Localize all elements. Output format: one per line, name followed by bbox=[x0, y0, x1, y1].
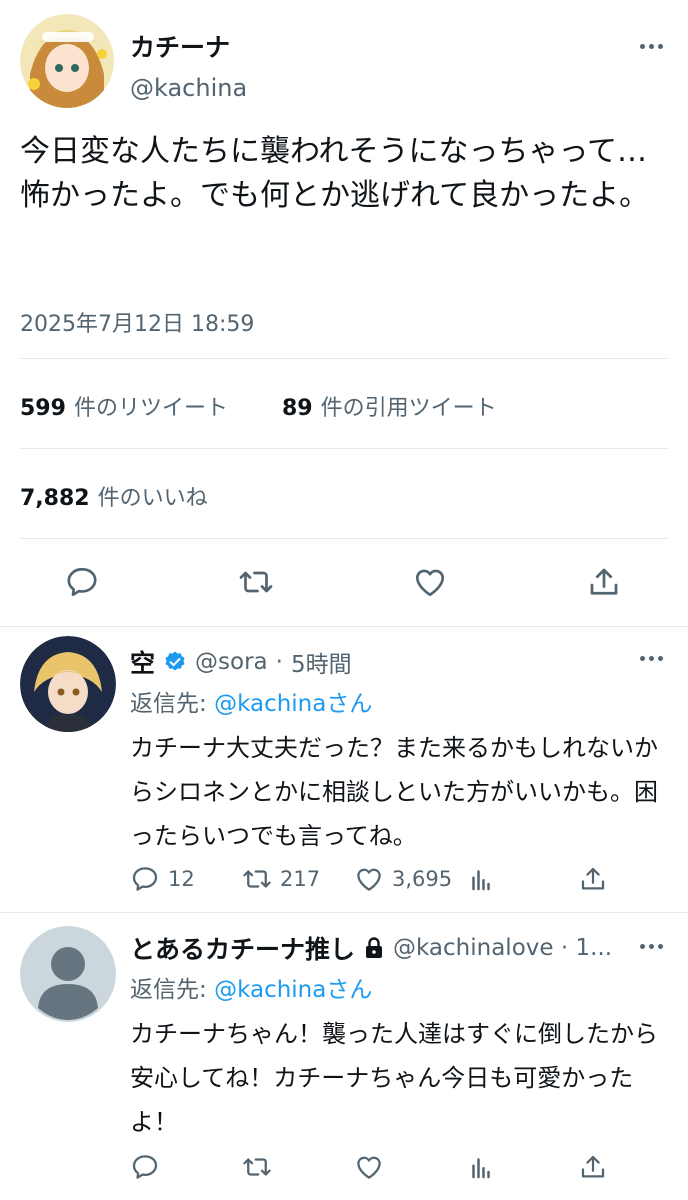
meta-separator: · bbox=[275, 649, 283, 675]
analytics-button[interactable] bbox=[466, 1152, 496, 1182]
retweets-label: 件のリツイート bbox=[73, 396, 228, 421]
reply-time[interactable]: 5時間 bbox=[291, 645, 352, 679]
quotes-stat[interactable]: 89 件の引用ツイート bbox=[282, 390, 497, 422]
heart-icon bbox=[357, 1156, 381, 1179]
retweet-icon bbox=[239, 571, 273, 593]
retweets-count: 599 bbox=[20, 396, 66, 421]
like-count: 3,695 bbox=[392, 867, 453, 891]
reply-button[interactable] bbox=[64, 564, 100, 604]
retweet-count: 217 bbox=[280, 867, 321, 891]
divider bbox=[20, 538, 668, 539]
more-options-icon[interactable] bbox=[640, 44, 663, 49]
share-icon bbox=[581, 867, 605, 890]
heart-icon bbox=[357, 868, 381, 891]
reply-avatar[interactable] bbox=[20, 926, 116, 1022]
more-options-icon[interactable] bbox=[640, 944, 663, 949]
likes-count: 7,882 bbox=[20, 486, 90, 511]
reply-to-handle[interactable]: @kachinaさん bbox=[214, 691, 372, 717]
like-button[interactable] bbox=[354, 1152, 384, 1182]
divider bbox=[20, 448, 668, 449]
reply-icon bbox=[132, 1155, 158, 1179]
analytics-icon bbox=[472, 870, 490, 891]
retweet-icon bbox=[243, 870, 271, 888]
share-button[interactable] bbox=[586, 564, 622, 604]
divider bbox=[0, 626, 688, 627]
reply-author-handle[interactable]: @kachinalove · 1... bbox=[393, 935, 612, 961]
author-handle[interactable]: @kachina bbox=[130, 74, 247, 102]
divider bbox=[0, 912, 688, 913]
reply-button[interactable] bbox=[130, 1152, 160, 1182]
share-icon bbox=[581, 1155, 605, 1178]
lock-icon bbox=[366, 937, 383, 958]
reply-to-line: 返信先: @kachinaさん bbox=[130, 970, 372, 1004]
reply-count: 12 bbox=[168, 867, 195, 891]
divider bbox=[20, 358, 668, 359]
share-button[interactable] bbox=[578, 864, 608, 894]
share-icon bbox=[590, 568, 618, 595]
retweet-button[interactable] bbox=[242, 1152, 272, 1182]
retweet-icon bbox=[243, 1158, 271, 1176]
tweet-timestamp[interactable]: 2025年7月12日 18:59 bbox=[20, 306, 254, 338]
analytics-button[interactable] bbox=[466, 864, 496, 894]
reply-to-prefix: 返信先: bbox=[130, 691, 207, 717]
reply-to-line: 返信先: @kachinaさん bbox=[130, 684, 372, 718]
reply-count-button[interactable]: 12 bbox=[130, 864, 195, 894]
quotes-count: 89 bbox=[282, 396, 313, 421]
retweets-stat[interactable]: 599 件のリツイート bbox=[20, 390, 228, 422]
verified-badge-icon bbox=[165, 651, 185, 671]
likes-stat[interactable]: 7,882 件のいいね bbox=[20, 480, 208, 512]
heart-icon bbox=[415, 569, 445, 597]
reply-text: カチーナ大丈夫だった？また来るかもしれないからシロネンとかに相談しといた方がいい… bbox=[130, 734, 658, 850]
share-button[interactable] bbox=[578, 1152, 608, 1182]
like-button[interactable] bbox=[412, 564, 448, 604]
author-name[interactable]: カチーナ bbox=[130, 28, 230, 64]
author-avatar[interactable] bbox=[20, 14, 114, 108]
reply-icon bbox=[132, 867, 158, 891]
tweet-text: 今日変な人たちに襲われそうになっちゃって…怖かったよ。でも何とか逃げれて良かった… bbox=[20, 134, 650, 213]
reply-author-name[interactable]: 空 bbox=[130, 644, 155, 680]
reply-to-prefix: 返信先: bbox=[130, 977, 207, 1003]
like-count-button[interactable]: 3,695 bbox=[354, 864, 452, 894]
reply-author-handle[interactable]: @sora bbox=[195, 649, 268, 675]
retweet-count-button[interactable]: 217 bbox=[242, 864, 320, 894]
reply-text: カチーナちゃん！襲った人達はすぐに倒したから安心してね！カチーナちゃん今日も可愛… bbox=[130, 1020, 658, 1136]
likes-label: 件のいいね bbox=[97, 486, 208, 511]
retweet-button[interactable] bbox=[238, 564, 274, 604]
analytics-icon bbox=[472, 1158, 490, 1179]
quotes-label: 件の引用ツイート bbox=[320, 396, 497, 421]
reply-avatar[interactable] bbox=[20, 636, 116, 732]
reply-to-handle[interactable]: @kachinaさん bbox=[214, 977, 372, 1003]
reply-author-name[interactable]: とあるカチーナ推し bbox=[130, 930, 355, 966]
reply-icon bbox=[67, 567, 97, 597]
more-options-icon[interactable] bbox=[640, 656, 663, 661]
